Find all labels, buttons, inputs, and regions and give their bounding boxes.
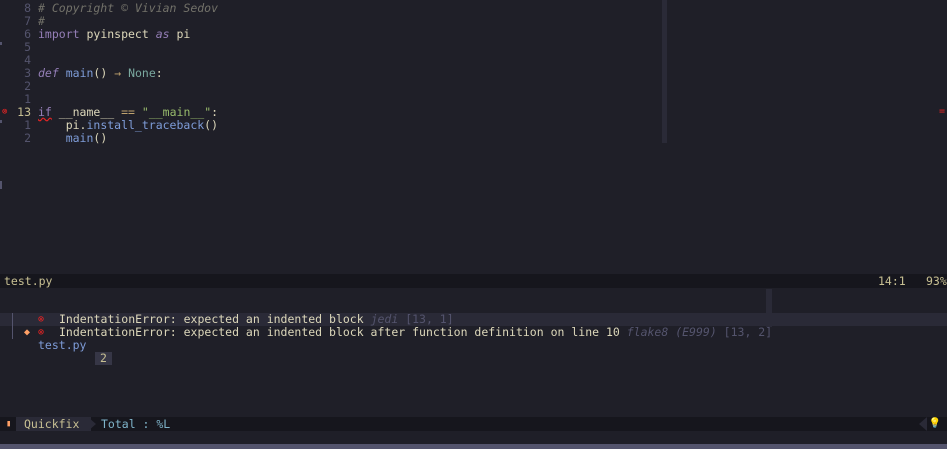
code-token: main (65, 131, 94, 145)
error-icon: ⊗ (38, 314, 45, 325)
diagnostic-location: [13, 1] (398, 312, 454, 326)
code-token: () (93, 131, 108, 145)
quickfix-error-count-badge: 2 (95, 352, 112, 365)
diagnostic-source: jedi (363, 312, 399, 326)
statusline-cursor-position: 14:1 (878, 274, 906, 288)
window-bottom-edge (0, 444, 947, 449)
code-token: # (38, 14, 45, 28)
code-token: import (38, 27, 80, 41)
error-sign-icon: ⊗ (2, 107, 8, 117)
code-line[interactable]: 2 main() (0, 132, 660, 145)
quickfix-message[interactable]: IndentationError: expected an indented b… (59, 326, 772, 339)
error-icon: ⊗ (38, 327, 45, 338)
tree-indent-guide (12, 326, 13, 339)
code-line[interactable]: 8 # Copyright © Vivian Sedov (0, 2, 660, 15)
code-token: def (38, 66, 59, 80)
code-line[interactable]: 2 (0, 80, 660, 93)
powerline-separator (919, 417, 927, 431)
diagnostic-source: flake8 (E999) (619, 325, 717, 339)
quickfix-statusline: ▮ Quickfix Total : %L 💡 (0, 417, 947, 431)
code-token: () (93, 66, 115, 80)
code-token: __name__ (51, 105, 122, 119)
tree-indent-guide (12, 313, 13, 326)
code-token: install_traceback (86, 118, 205, 132)
code-token: pyinspect (79, 27, 156, 41)
code-line[interactable]: 6 import pyinspect as pi (0, 28, 660, 41)
code-token: "__main__" (141, 105, 212, 119)
code-token: pi (169, 27, 191, 41)
error-scroll-marker: = (938, 106, 945, 117)
quickfix-item[interactable]: ⊗ IndentationError: expected an indented … (0, 326, 947, 339)
code-token: : (155, 66, 163, 80)
code-token: : (211, 105, 219, 119)
code-token: None (128, 66, 156, 80)
code-line[interactable]: 5 (0, 41, 660, 54)
error-text: IndentationError: expected an indented b… (59, 312, 364, 326)
traffic-light-icon: ▮ (6, 419, 12, 429)
lightbulb-icon[interactable]: 💡 (929, 417, 941, 431)
quickfix-mode-label: Quickfix (16, 417, 92, 431)
diagnostic-location: [13, 2] (716, 325, 773, 339)
code-token: pi. (38, 118, 87, 132)
code-line[interactable]: 3 def main() → None: (0, 67, 660, 80)
code-token: == (121, 105, 135, 119)
code-token: as (155, 27, 170, 41)
powerline-separator (88, 417, 96, 431)
error-text: IndentationError: expected an indented b… (59, 325, 620, 339)
code-text[interactable]: main() (38, 131, 108, 145)
code-token: () (204, 118, 219, 132)
code-text[interactable]: # Copyright © Vivian Sedov (38, 2, 218, 15)
quickfix-pane[interactable]: ⌄ ◆ test.py 2 ⊗IndentationError: expecte… (0, 289, 947, 416)
statusline-scroll-percent: 93% (926, 274, 947, 288)
editor-pane[interactable]: = 8 # Copyright © Vivian Sedov 7 #6 import p… (0, 0, 947, 273)
code-token: main (65, 66, 94, 80)
quickfix-filename[interactable]: test.py (38, 339, 86, 352)
statusline-filename: test.py (4, 274, 53, 288)
code-text[interactable]: def main() → None: (38, 67, 163, 80)
code-token: # Copyright © Vivian Sedov (38, 1, 219, 15)
quickfix-total-count: Total : %L (101, 417, 171, 431)
gutter-marker (0, 181, 2, 189)
vertical-split-divider[interactable] (662, 0, 667, 143)
editor-statusline: test.py 14:1 93% (0, 274, 947, 288)
code-token: if (38, 105, 52, 119)
line-number: 2 (24, 131, 31, 145)
code-text[interactable]: import pyinspect as pi (38, 28, 190, 41)
